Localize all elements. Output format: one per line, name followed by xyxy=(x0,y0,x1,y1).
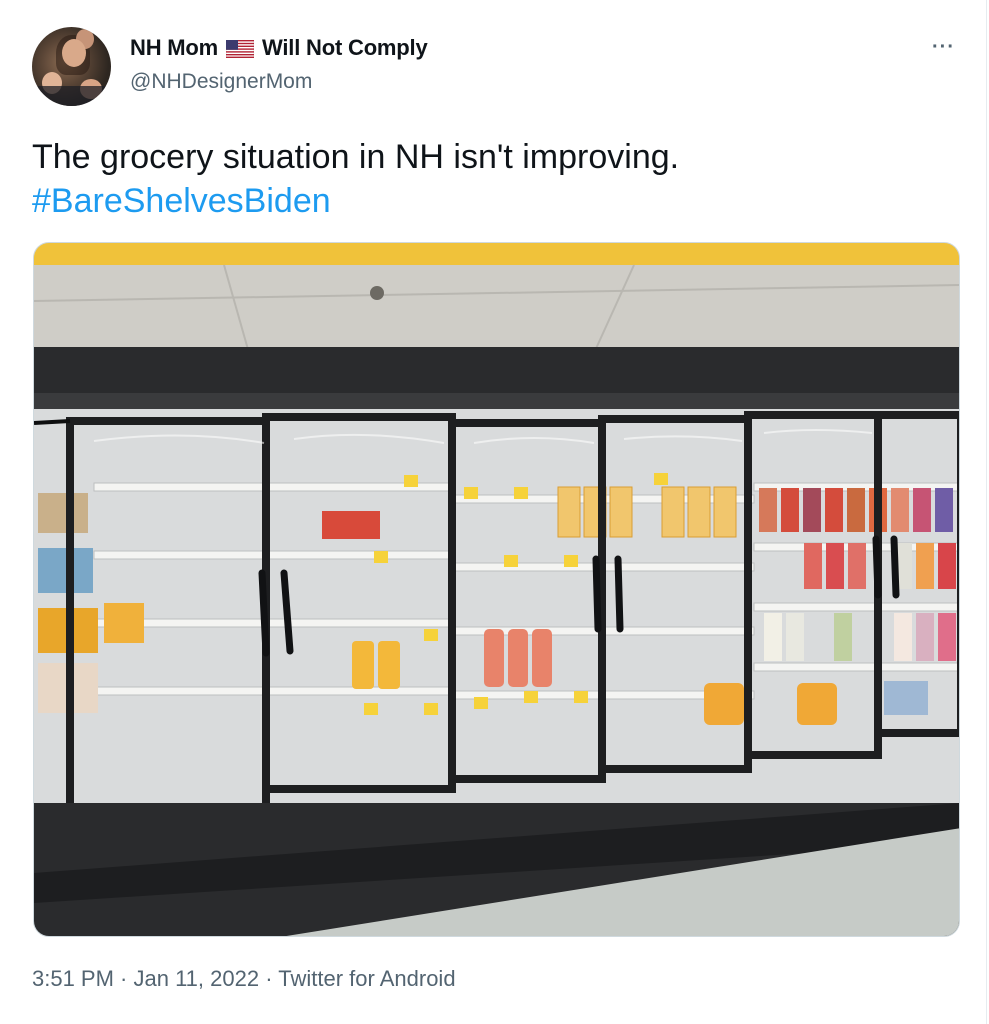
user-handle[interactable]: @NHDesignerMom xyxy=(130,70,312,94)
hashtag-link[interactable]: #BareShelvesBiden xyxy=(32,179,952,223)
display-name-suffix[interactable]: Will Not Comply xyxy=(262,35,428,61)
tweet-timestamp[interactable]: 3:51 PM · Jan 11, 2022 · Twitter for And… xyxy=(32,966,456,992)
tweet-time[interactable]: 3:51 PM xyxy=(32,966,114,991)
display-name[interactable]: NH Mom xyxy=(130,35,218,61)
author-name[interactable]: NH Mom Will Not Comply xyxy=(130,35,428,61)
tweet-text-line: The grocery situation in NH isn't improv… xyxy=(32,138,680,176)
grocery-freezer-photo xyxy=(34,243,959,936)
separator: · xyxy=(259,966,279,991)
separator: · xyxy=(113,966,134,991)
us-flag-icon xyxy=(226,40,255,58)
tweet-date[interactable]: Jan 11, 2022 xyxy=(134,966,260,991)
tweet-source[interactable]: Twitter for Android xyxy=(278,966,455,991)
tweet-card: NH Mom Will Not Comply @NHDesignerMom ··… xyxy=(0,0,987,1024)
tweet-photo[interactable] xyxy=(33,242,960,937)
tweet-text: The grocery situation in NH isn't improv… xyxy=(32,135,952,223)
avatar[interactable] xyxy=(32,27,111,106)
more-options-icon[interactable]: ··· xyxy=(932,37,960,57)
